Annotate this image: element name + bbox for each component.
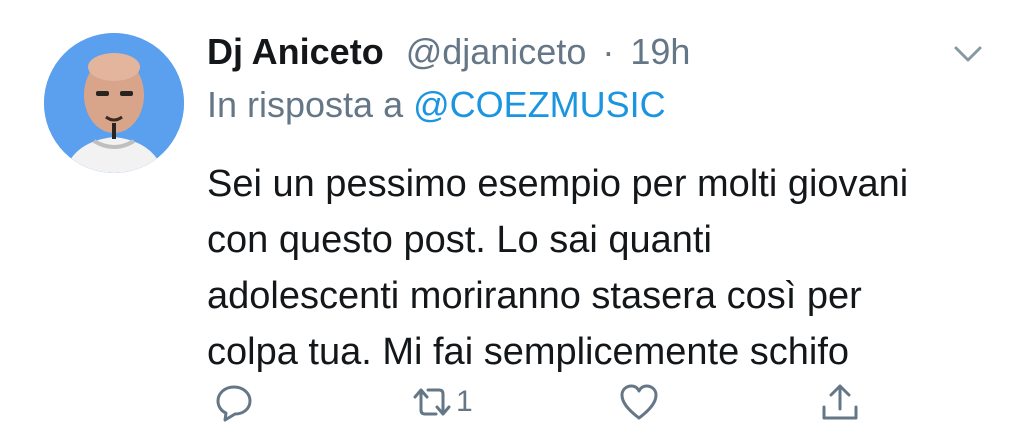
user-handle[interactable]: @djaniceto: [406, 31, 587, 72]
tweet-text-line: Sei un pessimo esempio per molti giovani: [207, 163, 909, 205]
reply-context: In risposta a @COEZMUSIC: [207, 83, 666, 127]
display-name[interactable]: Dj Aniceto: [207, 31, 384, 72]
retweet-count: 1: [456, 385, 473, 418]
more-options-button[interactable]: [948, 38, 988, 70]
retweet-button[interactable]: 1: [410, 378, 473, 426]
reply-button[interactable]: [212, 378, 256, 426]
avatar[interactable]: [44, 33, 184, 173]
tweet-text-line: con questo post. Lo sai quanti: [207, 219, 712, 261]
reply-prefix: In risposta a: [207, 84, 404, 125]
tweet-actions: 1: [0, 372, 1024, 432]
reply-icon: [216, 385, 252, 422]
tweet-header: Dj Aniceto @djaniceto · 19h: [207, 30, 690, 74]
retweet-icon: [413, 388, 451, 416]
timestamp[interactable]: 19h: [630, 31, 690, 72]
tweet-text-line: adolescenti moriranno stasera così per: [207, 275, 862, 317]
like-button[interactable]: [617, 378, 661, 426]
reply-mention-link[interactable]: @COEZMUSIC: [413, 84, 666, 125]
tweet-card[interactable]: Dj Aniceto @djaniceto · 19h In risposta …: [0, 0, 1024, 432]
avatar-image: [44, 33, 184, 173]
share-icon: [822, 384, 858, 420]
separator-dot: ·: [602, 31, 615, 72]
tweet-text: Sei un pessimo esempio per molti giovani…: [207, 156, 997, 380]
share-button[interactable]: [818, 378, 862, 426]
heart-icon: [620, 384, 658, 420]
chevron-down-icon: [954, 46, 982, 62]
